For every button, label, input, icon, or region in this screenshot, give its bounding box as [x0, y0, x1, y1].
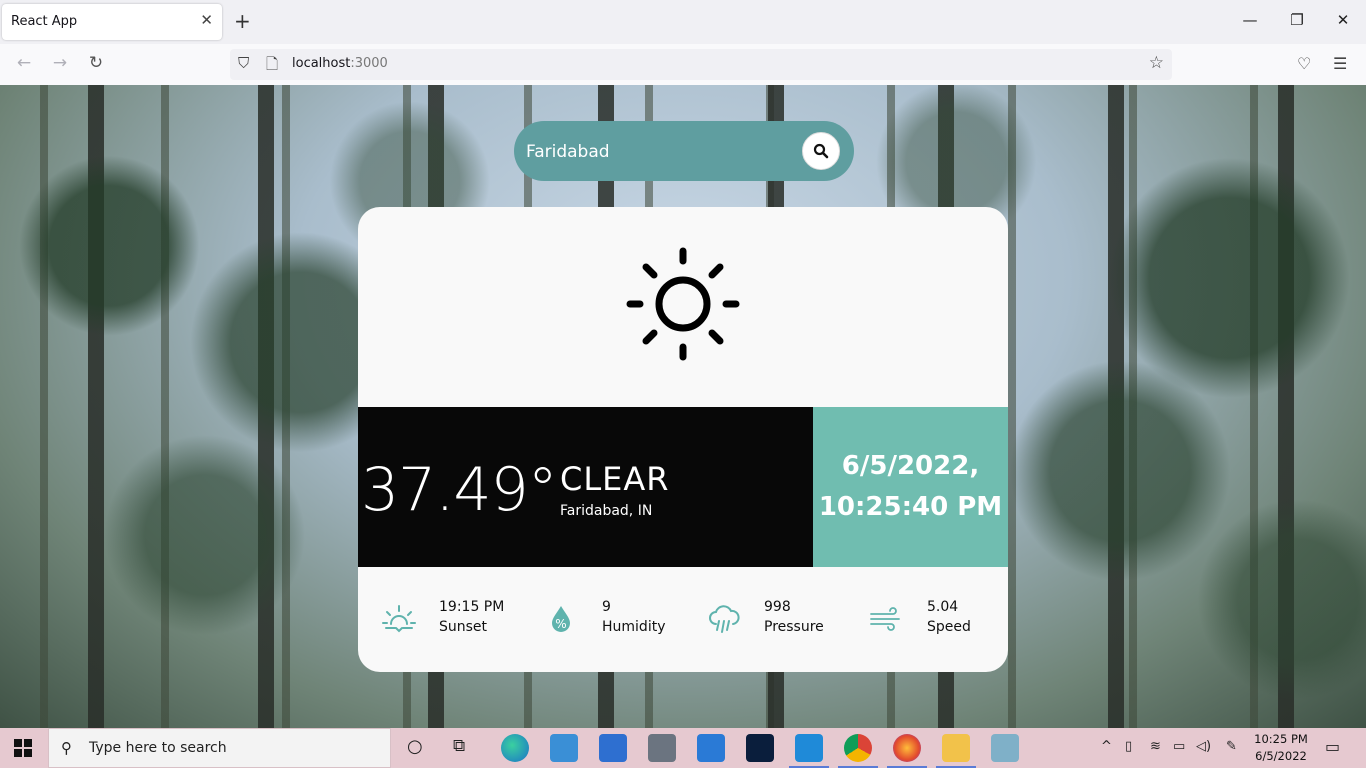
notes-app-icon[interactable]: [991, 734, 1019, 762]
shield-icon[interactable]: ⛉: [238, 54, 249, 72]
weather-stats: 19:15 PM Sunset % 9 Humidity 998 Pressur…: [358, 567, 1008, 672]
chevron-up-icon[interactable]: ^: [1101, 739, 1112, 754]
camera-icon[interactable]: [648, 734, 676, 762]
url-host: localhost: [292, 56, 351, 71]
pen-icon[interactable]: ✎: [1226, 739, 1237, 754]
page-background: 37.49° CLEAR Faridabad, IN 6/5/2022, 10:…: [0, 85, 1366, 728]
sunset-icon: [382, 605, 416, 633]
weather-condition: CLEAR: [560, 460, 670, 498]
new-tab-button[interactable]: +: [234, 9, 251, 33]
device-icon[interactable]: ▯: [1125, 739, 1132, 754]
chrome-icon[interactable]: [844, 734, 872, 762]
pocket-icon[interactable]: ♡: [1297, 54, 1311, 73]
pressure-value: 998: [764, 599, 791, 615]
bookmark-star-icon[interactable]: ☆: [1149, 53, 1164, 73]
location-label: Faridabad, IN: [560, 503, 653, 519]
search-input[interactable]: [524, 133, 798, 171]
pressure-label: Pressure: [764, 619, 824, 635]
rain-cloud-icon: [709, 605, 740, 633]
store-icon[interactable]: [599, 734, 627, 762]
date-time-panel: 6/5/2022, 10:25:40 PM: [813, 407, 1008, 567]
vscode-icon[interactable]: [795, 734, 823, 762]
sun-icon: [626, 247, 740, 361]
forward-button[interactable]: →: [49, 53, 71, 73]
search-icon: [813, 143, 829, 159]
page-icon[interactable]: 🗋: [266, 54, 278, 79]
battery-icon[interactable]: ▭: [1173, 739, 1185, 754]
minimize-button[interactable]: —: [1240, 11, 1260, 29]
file-explorer-icon[interactable]: [942, 734, 970, 762]
temperature-panel: 37.49° CLEAR Faridabad, IN: [358, 407, 813, 567]
menu-icon[interactable]: ☰: [1333, 54, 1347, 73]
browser-toolbar: ← → ↻ ⛉ 🗋 localhost:3000 ☆ ♡ ☰: [0, 44, 1366, 86]
address-bar[interactable]: ⛉ 🗋 localhost:3000 ☆: [230, 49, 1172, 80]
clock-time: 10:25 PM: [1254, 732, 1308, 746]
taskbar-search[interactable]: ⚲ Type here to search: [48, 728, 391, 768]
task-view-icon[interactable]: ⧉: [453, 736, 465, 756]
search-icon: ⚲: [61, 739, 72, 757]
control-panel-icon[interactable]: [550, 734, 578, 762]
firefox-icon[interactable]: [893, 734, 921, 762]
restore-button[interactable]: ❐: [1287, 11, 1307, 29]
temperature-value: 37.49°: [361, 455, 558, 525]
date-text: 6/5/2022,: [841, 451, 980, 481]
close-window-button[interactable]: ✕: [1333, 11, 1353, 29]
browser-titlebar: React App ✕ + — ❐ ✕: [0, 0, 1366, 44]
svg-text:%: %: [555, 617, 566, 631]
mail-icon[interactable]: [697, 734, 725, 762]
speed-label: Speed: [927, 619, 971, 635]
volume-icon[interactable]: ◁): [1196, 739, 1211, 754]
search-bar: [514, 121, 854, 181]
url-text[interactable]: localhost:3000: [292, 56, 388, 71]
time-text: 10:25:40 PM: [818, 492, 1003, 522]
url-port: :3000: [350, 56, 388, 71]
cortana-icon[interactable]: ○: [407, 736, 423, 757]
back-button[interactable]: ←: [13, 53, 35, 73]
clock-date: 6/5/2022: [1255, 749, 1307, 763]
wind-icon: [870, 607, 900, 631]
close-tab-icon[interactable]: ✕: [200, 11, 213, 29]
humidity-value: 9: [602, 599, 611, 615]
sunset-label: Sunset: [439, 619, 488, 635]
taskbar: ⚲ Type here to search ○ ⧉ ^ ▯ ≋ ▭ ◁) ✎ 1…: [0, 728, 1366, 768]
edge-icon[interactable]: [501, 734, 529, 762]
humidity-icon: %: [552, 606, 570, 632]
taskbar-search-placeholder: Type here to search: [89, 740, 227, 756]
reload-button[interactable]: ↻: [85, 53, 107, 73]
weather-card: 37.49° CLEAR Faridabad, IN 6/5/2022, 10:…: [358, 207, 1008, 672]
wifi-icon[interactable]: ≋: [1150, 739, 1161, 754]
windows-start-icon[interactable]: [14, 739, 32, 757]
browser-tab[interactable]: React App ✕: [2, 4, 222, 40]
photoshop-icon[interactable]: [746, 734, 774, 762]
search-button[interactable]: [802, 132, 840, 170]
sunset-value: 19:15 PM: [439, 599, 505, 615]
tab-title: React App: [11, 14, 78, 29]
humidity-label: Humidity: [602, 619, 666, 635]
speed-value: 5.04: [927, 599, 959, 615]
notifications-icon[interactable]: ▭: [1325, 737, 1340, 756]
system-clock[interactable]: 10:25 PM 6/5/2022: [1252, 731, 1310, 765]
